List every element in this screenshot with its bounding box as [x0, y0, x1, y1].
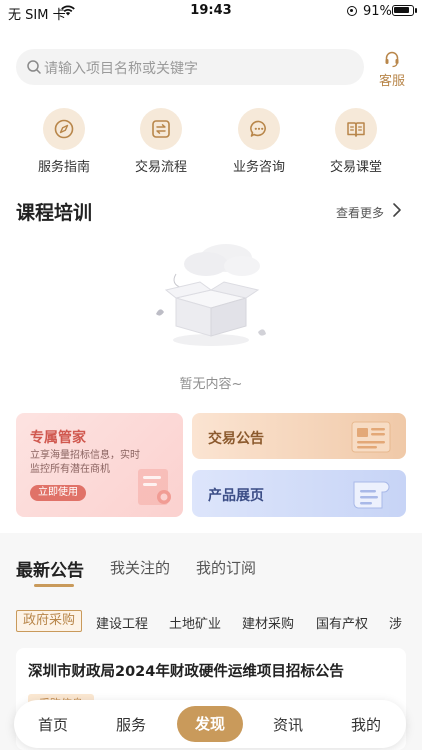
filter-more-truncated[interactable]: 涉: [389, 613, 402, 632]
nav-news[interactable]: 资讯: [273, 714, 303, 735]
certificate-icon: [138, 469, 171, 505]
battery-tip: [415, 8, 417, 13]
search-input[interactable]: 请输入项目名称或关键字: [16, 49, 364, 85]
card-title: 产品展页: [208, 488, 264, 504]
chat-icon: [250, 120, 266, 137]
chevron-right-icon[interactable]: [392, 202, 402, 218]
quick-entry-service-guide[interactable]: 服务指南: [24, 108, 104, 175]
quick-entry-label: 服务指南: [37, 160, 90, 175]
bottom-tab-bar: 首页 服务 发现 资讯 我的: [14, 700, 406, 748]
trade-notice-card[interactable]: 交易公告: [192, 413, 406, 459]
quick-entry-icon-bg: [140, 108, 182, 150]
nav-service[interactable]: 服务: [116, 714, 146, 735]
nav-mine[interactable]: 我的: [351, 714, 381, 735]
see-more-link[interactable]: 查看更多: [336, 204, 384, 221]
quick-entry-trade-process[interactable]: 交易流程: [121, 108, 201, 175]
battery-icon: [392, 5, 414, 16]
quick-entry-label: 交易课堂: [329, 160, 382, 175]
empty-state-text: 暂无内容~: [179, 377, 243, 392]
filter-government-procurement[interactable]: 政府采购: [16, 610, 82, 632]
section-title-course: 课程培训: [16, 202, 93, 224]
search-placeholder: 请输入项目名称或关键字: [44, 61, 198, 77]
newspaper-icon: [351, 421, 391, 453]
customer-service-button[interactable]: 客服: [372, 48, 412, 89]
headset-icon: [385, 51, 399, 68]
book-icon: [347, 122, 365, 137]
use-now-button[interactable]: 立即使用: [30, 485, 86, 501]
nav-discover[interactable]: 发现: [177, 706, 243, 742]
tab-latest-announcements[interactable]: 最新公告: [16, 556, 84, 581]
exclusive-butler-card[interactable]: 专属管家 立享海量招标信息，实时监控所有潜在商机 立即使用: [16, 413, 183, 517]
quick-entry-label: 业务咨询: [232, 160, 285, 175]
active-tab-indicator: [34, 584, 74, 587]
quick-entry-label: 交易流程: [134, 160, 187, 175]
battery-percent: 91%: [363, 4, 392, 19]
clock: 19:43: [190, 3, 232, 18]
quick-entry-business-consult[interactable]: 业务咨询: [219, 108, 299, 175]
card-description: 立享海量招标信息，实时监控所有潜在商机: [30, 450, 140, 475]
exchange-icon: [152, 120, 170, 138]
compass-icon: [54, 119, 74, 139]
filter-construction[interactable]: 建设工程: [96, 613, 148, 632]
announcement-title: 深圳市财政局2024年财政硬件运维项目招标公告: [28, 664, 344, 680]
quick-entry-icon-bg: [43, 108, 85, 150]
quick-entry-icon-bg: [238, 108, 280, 150]
card-title: 专属管家: [30, 430, 86, 446]
nav-home[interactable]: 首页: [38, 714, 68, 735]
battery-level: [394, 7, 409, 13]
search-icon: [27, 60, 41, 74]
scroll-icon: [353, 481, 390, 509]
orientation-lock-icon: [347, 6, 357, 16]
filter-building-materials[interactable]: 建材采购: [242, 613, 294, 632]
tab-my-followed[interactable]: 我关注的: [110, 557, 170, 578]
empty-box-illustration: [156, 244, 266, 346]
quick-entry-icon-bg: [335, 108, 377, 150]
app-screen: 无 SIM 卡 19:43 91% 请输入项目名称或关键字 客服 服务指南 交易…: [0, 0, 422, 750]
product-showcase-card[interactable]: 产品展页: [192, 470, 406, 517]
card-title: 交易公告: [208, 431, 264, 447]
tab-my-subscriptions[interactable]: 我的订阅: [196, 557, 256, 578]
filter-land-mining[interactable]: 土地矿业: [169, 613, 221, 632]
quick-entry-trade-class[interactable]: 交易课堂: [316, 108, 396, 175]
status-bar: 无 SIM 卡 19:43 91%: [0, 0, 422, 24]
filter-state-property[interactable]: 国有产权: [316, 613, 368, 632]
customer-service-label: 客服: [378, 74, 405, 89]
